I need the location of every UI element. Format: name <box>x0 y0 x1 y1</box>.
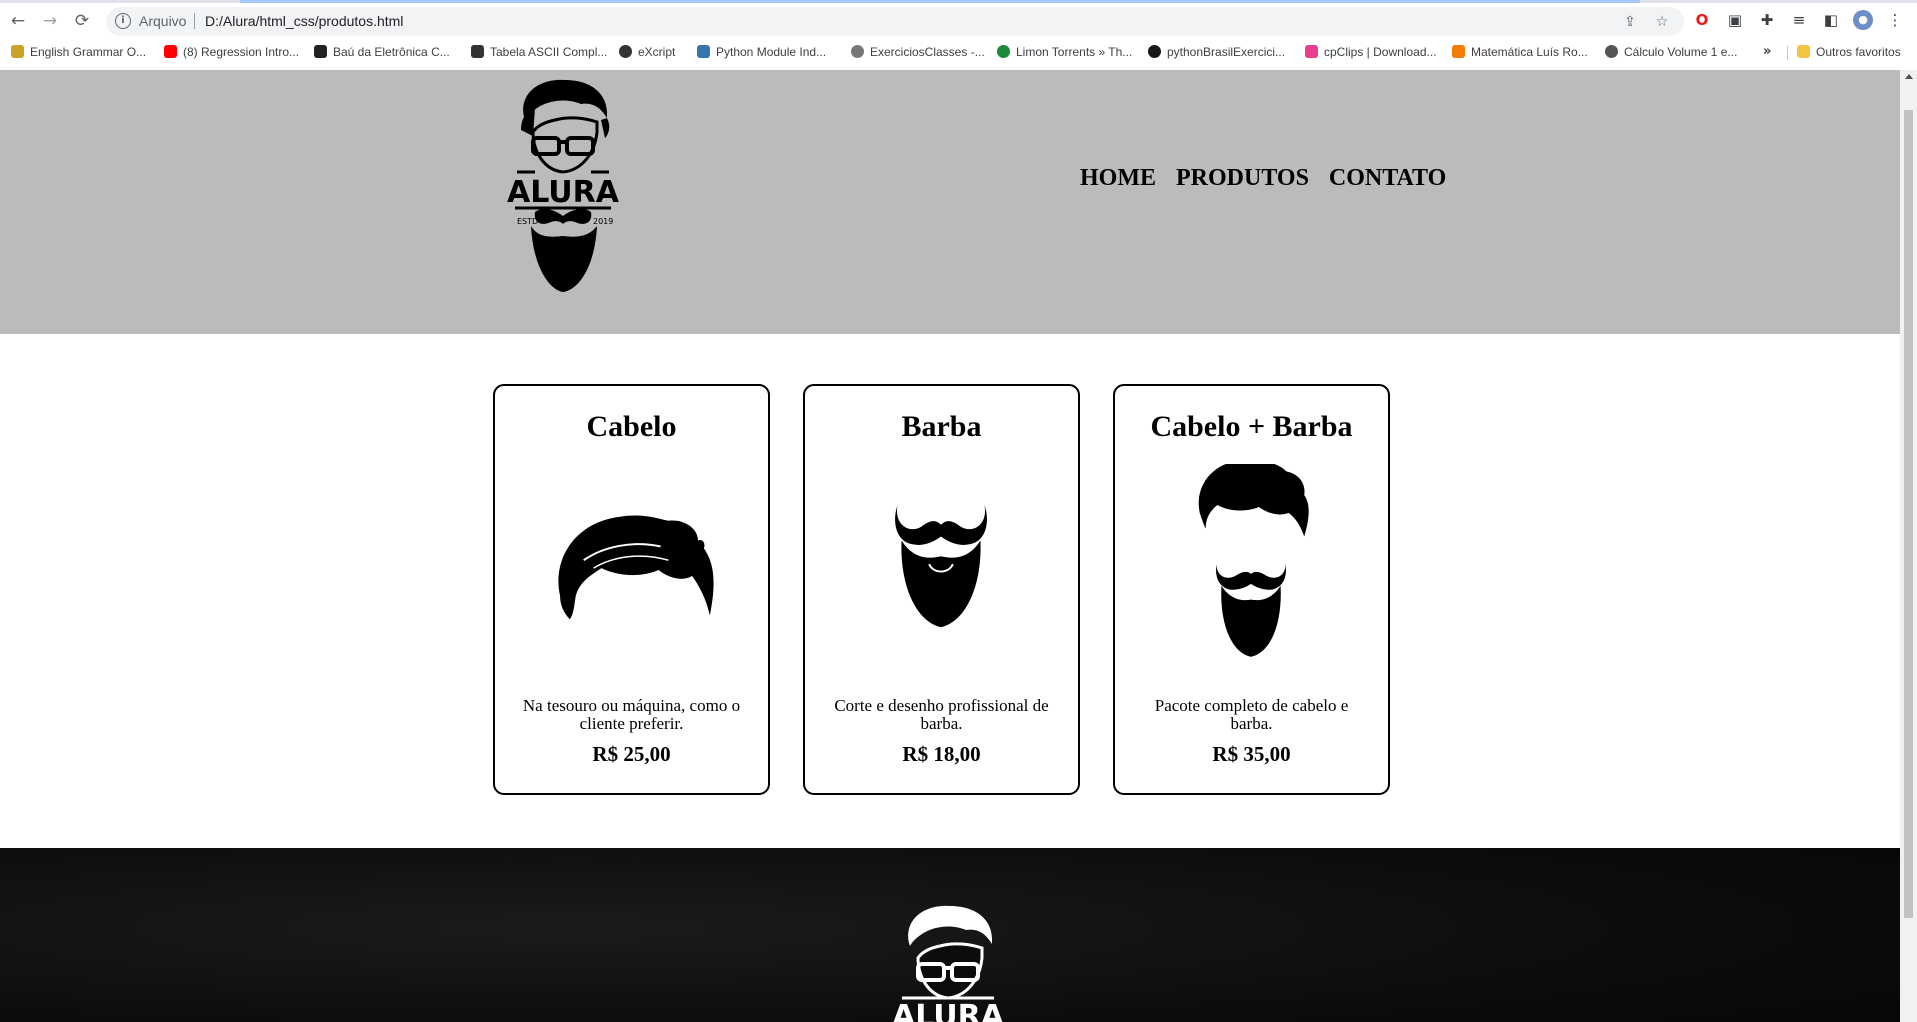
side-panel-icon[interactable]: ◧ <box>1821 10 1841 30</box>
reading-list-icon[interactable]: ≡ <box>1789 10 1809 30</box>
reload-icon: ⟳ <box>74 11 90 31</box>
bookmarks-overflow-button[interactable]: » <box>1763 44 1771 59</box>
bookmark-label: Cálculo Volume 1 e... <box>1624 45 1738 59</box>
product-card-cabelo-barba: Cabelo + Barba Pacote completo de cabelo… <box>1113 384 1390 795</box>
info-icon[interactable]: i <box>115 13 131 29</box>
bookmark-label: Python Module Ind... <box>716 45 827 59</box>
bookmark-favicon-icon <box>997 45 1010 58</box>
bookmark-item[interactable]: ExerciciosClasses -... <box>851 44 985 60</box>
blogger-icon <box>1452 45 1465 58</box>
hair-illustration <box>558 515 714 620</box>
github-icon <box>1148 45 1161 58</box>
site-footer: ALURA <box>0 848 1900 1022</box>
reload-button[interactable]: ⟳ <box>70 9 94 33</box>
page-viewport: ALURA ESTD 2019 HOME PRODUTOS CONTATO Ca… <box>0 70 1900 1022</box>
scrollbar-thumb[interactable] <box>1904 110 1913 918</box>
product-card-barba: Barba Corte e desenho profissional de ba… <box>803 384 1080 795</box>
address-bar[interactable]: i Arquivo D:/Alura/html_css/produtos.htm… <box>106 7 1684 36</box>
bookmarks-bar: English Grammar O... (8) Regression Intr… <box>0 41 1917 63</box>
forward-button[interactable]: → <box>38 9 62 33</box>
product-title: Cabelo + Barba <box>1150 410 1353 443</box>
main-menu: HOME PRODUTOS CONTATO <box>1080 165 1446 192</box>
bookmark-label: (8) Regression Intro... <box>183 45 300 59</box>
address-separator <box>194 13 195 29</box>
bookmark-item[interactable]: Matemática Luís Ro... <box>1452 44 1588 60</box>
bookmark-item[interactable]: Limon Torrents » Th... <box>997 44 1132 60</box>
product-description: Pacote completo de cabelo e barba. <box>1154 696 1349 733</box>
bookmark-item[interactable]: Cálculo Volume 1 e... <box>1605 44 1737 60</box>
logo-year: 2019 <box>593 217 613 226</box>
picture-in-picture-icon[interactable]: ▣ <box>1725 10 1745 30</box>
bookmarks-divider <box>1787 46 1788 60</box>
browser-chrome: ← → ⟳ i Arquivo D:/Alura/html_css/produt… <box>0 0 1917 70</box>
product-price: R$ 18,00 <box>902 742 981 766</box>
menu-item-home[interactable]: HOME <box>1080 165 1156 192</box>
active-tab-indicator <box>240 0 1640 3</box>
bookmark-item[interactable]: cpClips | Download... <box>1305 44 1437 60</box>
bookmark-favicon-icon <box>11 45 24 58</box>
bookmark-label: eXcript <box>638 45 676 59</box>
bookmark-favicon-icon <box>1605 45 1618 58</box>
other-favorites-folder[interactable]: Outros favoritos <box>1797 44 1901 60</box>
page-scrollbar[interactable] <box>1900 70 1917 1022</box>
back-button[interactable]: ← <box>6 9 30 33</box>
extensions-puzzle-icon[interactable]: ✚ <box>1757 10 1777 30</box>
bookmark-item[interactable]: English Grammar O... <box>11 44 146 60</box>
python-icon <box>697 45 710 58</box>
bookmark-label: Baú da Eletrônica C... <box>333 45 450 59</box>
site-header: ALURA ESTD 2019 HOME PRODUTOS CONTATO <box>0 70 1900 334</box>
play-icon <box>1305 45 1318 58</box>
bookmark-favicon-icon <box>471 45 484 58</box>
menu-item-contato[interactable]: CONTATO <box>1329 165 1446 192</box>
folder-icon <box>1797 45 1810 58</box>
bookmark-favicon-icon <box>851 45 864 58</box>
logo-estd: ESTD <box>517 217 538 226</box>
opera-extension-icon[interactable]: O <box>1692 10 1712 30</box>
bookmark-item[interactable]: pythonBrasilExercici... <box>1148 44 1285 60</box>
bookmark-label: Outros favoritos <box>1816 45 1901 59</box>
bookmark-label: Matemática Luís Ro... <box>1471 45 1588 59</box>
bookmark-item[interactable]: Python Module Ind... <box>697 44 826 60</box>
bookmark-item[interactable]: Tabela ASCII Compl... <box>471 44 607 60</box>
scroll-up-icon[interactable] <box>1905 74 1913 79</box>
youtube-icon <box>164 45 177 58</box>
alura-barber-logo[interactable]: ALURA ESTD 2019 <box>497 76 629 294</box>
bookmark-item[interactable]: eXcript <box>619 44 675 60</box>
product-description: Na tesouro ou máquina, como o cliente pr… <box>522 696 741 733</box>
share-icon[interactable]: ⇪ <box>1622 14 1638 30</box>
product-description: Corte e desenho profissional de barba. <box>834 696 1049 733</box>
footer-logo-wordmark: ALURA <box>892 999 1005 1022</box>
product-price: R$ 35,00 <box>1212 742 1291 766</box>
product-title: Cabelo <box>586 410 677 443</box>
menu-item-produtos[interactable]: PRODUTOS <box>1176 165 1309 192</box>
bookmark-label: Limon Torrents » Th... <box>1016 45 1133 59</box>
bookmark-label: pythonBrasilExercici... <box>1167 45 1286 59</box>
bookmark-label: English Grammar O... <box>30 45 147 59</box>
arrow-right-icon: → <box>42 11 58 31</box>
logo-wordmark: ALURA <box>507 175 620 210</box>
product-title: Barba <box>901 410 982 443</box>
arrow-left-icon: ← <box>10 11 26 31</box>
bookmark-item[interactable]: Baú da Eletrônica C... <box>314 44 450 60</box>
bookmark-favicon-icon <box>314 45 327 58</box>
product-card-cabelo: Cabelo Na tesouro ou máquina, como o cli… <box>493 384 770 795</box>
tab-strip <box>0 0 1917 3</box>
beard-illustration <box>895 505 987 628</box>
bookmark-label: ExerciciosClasses -... <box>870 45 985 59</box>
profile-avatar-icon[interactable]: ● <box>1853 10 1873 30</box>
product-price: R$ 25,00 <box>592 742 671 766</box>
product-list: Cabelo Na tesouro ou máquina, como o cli… <box>493 384 1390 795</box>
address-scheme-label: Arquivo <box>139 13 187 29</box>
bookmark-star-icon[interactable]: ☆ <box>1654 14 1670 30</box>
bookmark-item[interactable]: (8) Regression Intro... <box>164 44 299 60</box>
hair-and-beard-illustration <box>1198 464 1309 657</box>
bookmark-label: cpClips | Download... <box>1324 45 1437 59</box>
bookmark-label: Tabela ASCII Compl... <box>490 45 608 59</box>
address-url[interactable]: D:/Alura/html_css/produtos.html <box>205 13 403 29</box>
bookmark-favicon-icon <box>619 45 632 58</box>
alura-footer-logo[interactable]: ALURA <box>882 902 1014 1022</box>
menu-kebab-icon[interactable]: ⋮ <box>1885 10 1905 30</box>
